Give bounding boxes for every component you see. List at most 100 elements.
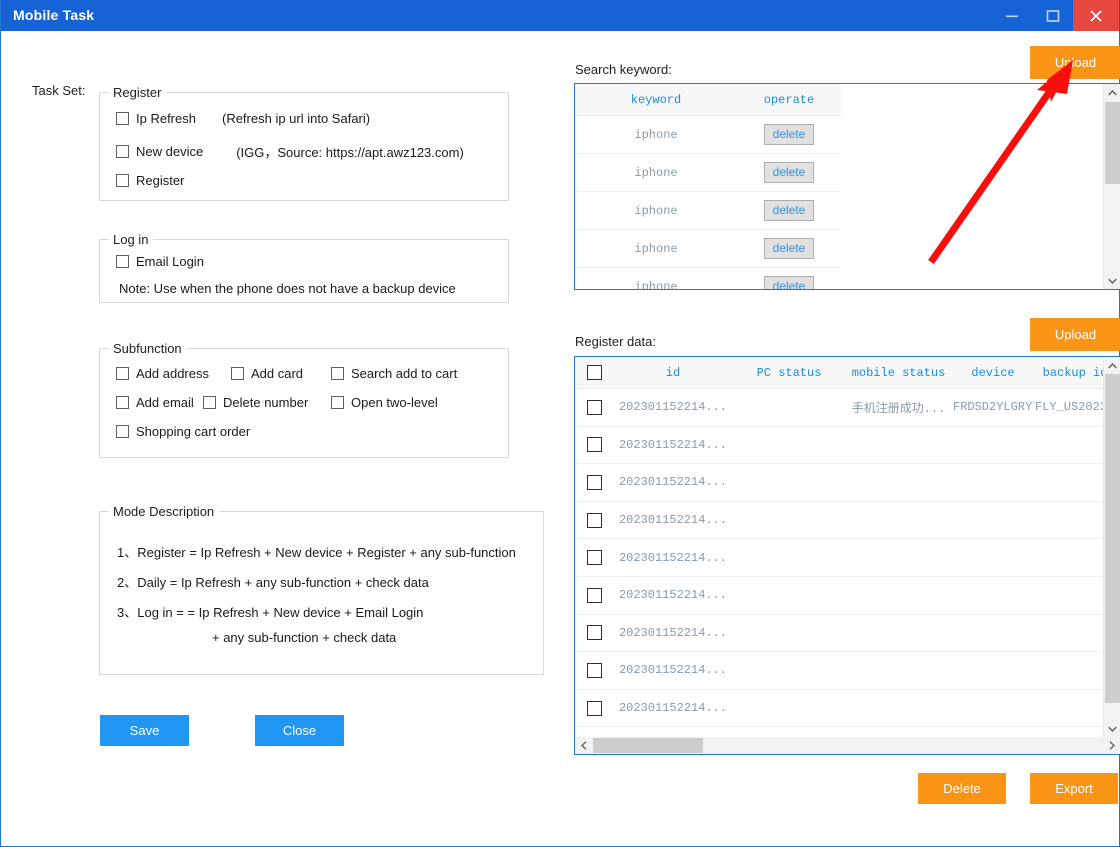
delete-row-button[interactable]: delete [764, 276, 814, 289]
table-row[interactable]: iphone delete [575, 153, 841, 192]
cell-pc-status [733, 576, 845, 615]
checkbox-row-new-device[interactable]: New device (IGG，Source: https://apt.awz1… [116, 142, 464, 161]
cell-mobile-status [845, 689, 952, 728]
checkbox-row-email-login[interactable]: Email Login [116, 254, 204, 269]
checkbox-ip-refresh[interactable] [116, 112, 129, 125]
upload-button-keyword[interactable]: Upload [1030, 46, 1120, 79]
label-open-two-level: Open two-level [351, 395, 438, 410]
label-email-login: Email Login [136, 254, 204, 269]
checkbox-add-address[interactable] [116, 367, 129, 380]
delete-row-button[interactable]: delete [764, 162, 814, 183]
checkbox-row-ip-refresh[interactable]: Ip Refresh (Refresh ip url into Safari) [116, 111, 370, 126]
scroll-right-arrow-icon[interactable] [1103, 737, 1120, 754]
label-ip-refresh: Ip Refresh [136, 111, 196, 126]
scroll-up-arrow-icon[interactable] [1104, 357, 1120, 374]
table-row[interactable]: iphone delete [575, 268, 841, 289]
scroll-down-arrow-icon[interactable] [1104, 720, 1120, 737]
column-header-operate[interactable]: operate [737, 84, 841, 116]
keyword-table-vertical-scrollbar[interactable] [1103, 84, 1120, 289]
row-checkbox[interactable] [586, 437, 602, 453]
cell-operate: delete [737, 115, 841, 154]
cell-select [575, 426, 613, 465]
row-checkbox[interactable] [586, 474, 602, 490]
checkbox-add-card[interactable] [231, 367, 244, 380]
column-header-pc-status[interactable]: PC status [733, 357, 845, 389]
checkbox-shopping-cart-order[interactable] [116, 425, 129, 438]
checkbox-row-shopping-cart-order[interactable]: Shopping cart order [116, 424, 250, 439]
keyword-table: keyword operate iphone delete iphone del… [575, 84, 841, 289]
checkbox-email-login[interactable] [116, 255, 129, 268]
table-row[interactable]: iphone delete [575, 229, 841, 268]
table-row[interactable]: iphone delete [575, 191, 841, 230]
table-row[interactable]: 202301152214... [575, 614, 1116, 653]
scroll-left-arrow-icon[interactable] [575, 737, 592, 754]
row-checkbox[interactable] [586, 662, 602, 678]
delete-button[interactable]: Delete [918, 773, 1006, 804]
export-button[interactable]: Export [1030, 773, 1118, 804]
checkbox-select-all[interactable] [586, 365, 602, 380]
checkbox-register[interactable] [116, 174, 129, 187]
maximize-button[interactable] [1030, 0, 1075, 31]
delete-row-button[interactable]: delete [764, 238, 814, 259]
checkbox-delete-number[interactable] [203, 396, 216, 409]
cell-device [952, 651, 1034, 690]
close-button[interactable] [1073, 0, 1119, 31]
register-table-vertical-scrollbar[interactable] [1103, 357, 1120, 737]
row-checkbox[interactable] [586, 512, 602, 528]
cell-pc-status [733, 388, 845, 427]
checkbox-row-open-two-level[interactable]: Open two-level [331, 395, 438, 410]
table-row[interactable]: 202301152214... [575, 576, 1116, 615]
minimize-button[interactable] [989, 0, 1034, 31]
row-checkbox[interactable] [586, 550, 602, 566]
table-row[interactable]: 202301152214... 手机注册成功... FRDSD2YLGRY7 F… [575, 388, 1116, 427]
checkbox-new-device[interactable] [116, 145, 129, 158]
checkbox-row-delete-number[interactable]: Delete number [203, 395, 308, 410]
column-header-keyword[interactable]: keyword [575, 84, 737, 116]
checkbox-search-add-to-cart[interactable] [331, 367, 344, 380]
row-checkbox[interactable] [586, 587, 602, 603]
keyword-scroll-thumb[interactable] [1105, 102, 1120, 184]
cell-id: 202301152214... [613, 576, 733, 615]
row-checkbox[interactable] [586, 625, 602, 641]
table-row[interactable]: 202301152214... [575, 463, 1116, 502]
mode-description-legend: Mode Description [109, 504, 220, 519]
delete-row-button[interactable]: delete [764, 124, 814, 145]
window-title: Mobile Task [13, 7, 95, 23]
table-row[interactable]: 202301152214... [575, 689, 1116, 728]
checkbox-row-add-card[interactable]: Add card [231, 366, 303, 381]
scroll-up-arrow-icon[interactable] [1104, 84, 1120, 101]
column-header-select-all[interactable] [575, 357, 613, 389]
register-table-body: 202301152214... 手机注册成功... FRDSD2YLGRY7 F… [575, 388, 1116, 755]
column-header-id[interactable]: id [613, 357, 733, 389]
register-table-horizontal-scrollbar[interactable] [575, 737, 1120, 754]
register-hscroll-thumb[interactable] [593, 738, 703, 753]
table-row[interactable]: 202301152214... [575, 651, 1116, 690]
save-button[interactable]: Save [100, 715, 189, 746]
checkbox-row-add-email[interactable]: Add email [116, 395, 194, 410]
mode-line-1: 1、Register = Ip Refresh + New device + R… [117, 545, 516, 560]
checkbox-row-search-add-to-cart[interactable]: Search add to cart [331, 366, 457, 381]
register-scroll-thumb[interactable] [1105, 374, 1120, 703]
checkbox-row-register[interactable]: Register [116, 173, 184, 188]
login-group-legend: Log in [109, 232, 154, 247]
column-header-mobile-status[interactable]: mobile status [845, 357, 952, 389]
table-row[interactable]: 202301152214... [575, 501, 1116, 540]
row-checkbox[interactable] [586, 399, 602, 415]
scroll-down-arrow-icon[interactable] [1104, 272, 1120, 289]
table-row[interactable]: iphone delete [575, 115, 841, 154]
table-row[interactable]: 202301152214... [575, 538, 1116, 577]
close-form-button[interactable]: Close [255, 715, 344, 746]
register-table: id PC status mobile status device backup… [575, 357, 1116, 755]
cell-pc-status [733, 689, 845, 728]
checkbox-add-email[interactable] [116, 396, 129, 409]
column-header-device[interactable]: device [952, 357, 1034, 389]
cell-keyword: iphone [575, 115, 737, 154]
checkbox-row-add-address[interactable]: Add address [116, 366, 209, 381]
delete-row-button[interactable]: delete [764, 200, 814, 221]
row-checkbox[interactable] [586, 700, 602, 716]
label-shopping-cart-order: Shopping cart order [136, 424, 251, 439]
table-row[interactable]: 202301152214... [575, 426, 1116, 465]
checkbox-open-two-level[interactable] [331, 396, 344, 409]
cell-pc-status [733, 614, 845, 653]
upload-button-register[interactable]: Upload [1030, 318, 1120, 351]
